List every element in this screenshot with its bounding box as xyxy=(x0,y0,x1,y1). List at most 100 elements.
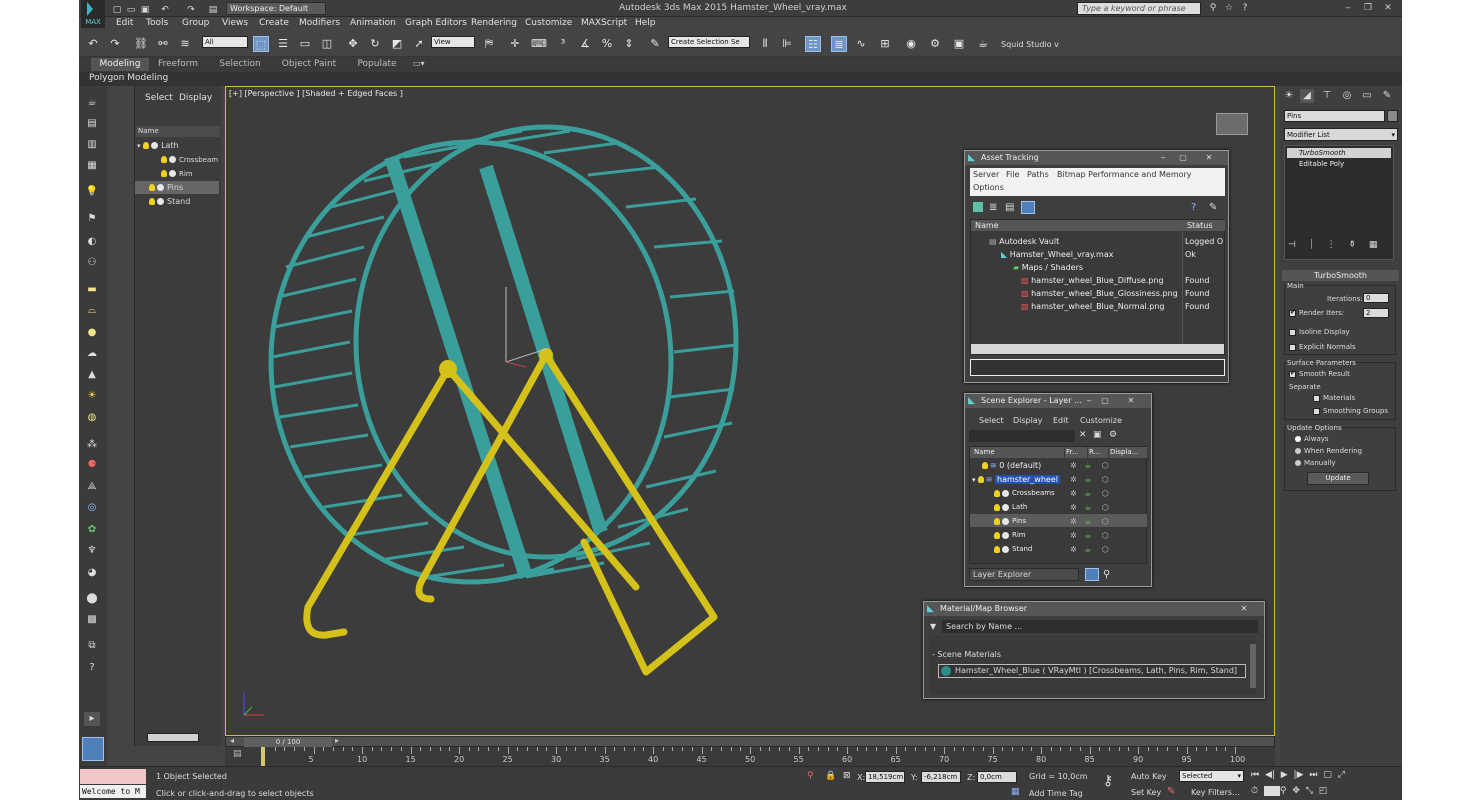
material-search-input[interactable]: Search by Name ... xyxy=(942,620,1258,633)
bind-space-warp-icon[interactable]: ≋ xyxy=(177,36,193,52)
table-view-icon[interactable]: ▤ xyxy=(1005,202,1014,213)
render-setup-icon[interactable]: ⚙ xyxy=(927,36,943,52)
light-bulb-icon[interactable]: 💡 xyxy=(84,185,100,199)
menu-graph-editors[interactable]: Graph Editors xyxy=(405,18,467,28)
close-icon[interactable]: ✕ xyxy=(1203,152,1215,163)
time-slider-thumb[interactable]: 0 / 100 xyxy=(244,737,332,747)
pin-icon[interactable]: ✎ xyxy=(1209,202,1217,213)
tree-row-stand[interactable]: Stand xyxy=(135,195,219,208)
layer-row[interactable]: ≋ 0 (default) xyxy=(982,459,1064,472)
slider-next-icon[interactable]: ▸ xyxy=(335,736,339,745)
menu-maxscript[interactable]: MAXScript xyxy=(581,18,627,28)
toggle-scene-explorer-icon[interactable]: ☷ xyxy=(805,36,821,52)
tree-row-pins[interactable]: Pins xyxy=(135,181,219,194)
tab-object-paint[interactable]: Object Paint xyxy=(279,58,339,71)
select-object-icon[interactable]: ⬚ xyxy=(253,36,269,52)
schematic-view-icon[interactable]: ⊞ xyxy=(877,36,893,52)
material-editor-icon[interactable]: ◉ xyxy=(903,36,919,52)
tree-row-crossbeam[interactable]: Crossbeam xyxy=(135,153,219,166)
utilities-panel-icon[interactable]: ✎ xyxy=(1380,89,1394,103)
perspective-viewport[interactable]: [+] [Perspective ] [Shaded + Edged Faces… xyxy=(225,86,1275,736)
create-panel-icon[interactable]: ☀ xyxy=(1282,89,1296,103)
sidebar-tab-select[interactable]: Select xyxy=(145,93,173,103)
app-logo[interactable]: MAX xyxy=(81,0,105,28)
edit-named-selection-icon[interactable]: ✎ xyxy=(647,36,663,52)
named-selection-set-dropdown[interactable]: Create Selection Se xyxy=(668,36,750,48)
maximize-icon[interactable]: ❐ xyxy=(1361,2,1375,14)
spinner-snap-icon[interactable]: ⇕ xyxy=(621,36,637,52)
align-icon[interactable]: ⊫ xyxy=(779,36,795,52)
add-time-tag[interactable]: Add Time Tag xyxy=(1029,789,1083,798)
plane-icon[interactable]: ▬ xyxy=(84,283,100,297)
new-layer-icon[interactable]: ▣ xyxy=(1093,430,1102,440)
open-file-icon[interactable]: ▭ xyxy=(125,4,137,16)
tab-populate[interactable]: Populate xyxy=(353,58,401,71)
globe-icon[interactable]: ◎ xyxy=(84,501,100,515)
layer-row[interactable]: ▾ ≋ hamster_wheel xyxy=(972,473,1064,486)
menu-customize[interactable]: Customize xyxy=(1080,416,1122,425)
column-display-header[interactable]: Displa... xyxy=(1109,447,1147,458)
proxy-icon[interactable]: ⚈ xyxy=(84,458,100,472)
rectangular-selection-icon[interactable]: ▭ xyxy=(297,36,313,52)
frame-buffer-icon[interactable]: ⧉ xyxy=(84,639,100,653)
render-iters-spinner[interactable]: 2 xyxy=(1363,308,1389,318)
scene-explorer-icon[interactable]: ▥ xyxy=(84,138,100,152)
menu-help[interactable]: Help xyxy=(635,18,656,28)
modifier-list-dropdown[interactable]: Modifier List ▾ xyxy=(1284,128,1398,141)
asset-row[interactable]: ▧ hamster_wheel_Blue_Diffuse.png xyxy=(1021,274,1181,287)
display-panel-icon[interactable]: ▭ xyxy=(1360,89,1374,103)
isolate-selection-icon[interactable]: ⚲ xyxy=(807,771,814,781)
fur-icon[interactable]: ⁂ xyxy=(84,438,100,452)
help-circle-icon[interactable]: ? xyxy=(84,661,100,675)
angle-snap-icon[interactable]: ∡ xyxy=(577,36,593,52)
menu-edit[interactable]: Edit xyxy=(116,18,133,28)
toggle-layer-explorer-icon[interactable]: ≣ xyxy=(831,36,847,52)
layer-flag-icons[interactable]: ✲ ☕ ⬡ ✲ ☕ ⬡ ✲ ☕ ⬡ ✲ ☕ ⬡ ✲ ☕ ⬡ ✲ ☕ ⬡ ✲ ☕ … xyxy=(1070,459,1148,559)
motion-panel-icon[interactable]: ◎ xyxy=(1340,89,1354,103)
stack-item-editable-poly[interactable]: Editable Poly xyxy=(1287,159,1391,169)
tab-freeform[interactable]: Freeform xyxy=(153,58,203,71)
stack-tools[interactable]: ⊣ ⏐ ⋮ ⚱ ▦ xyxy=(1288,240,1398,252)
hair-icon[interactable]: ♆ xyxy=(84,544,100,558)
material-browser-title[interactable]: Material/Map Browser xyxy=(924,602,1264,616)
asset-row[interactable]: ◣ Hamster_Wheel_vray.max xyxy=(1001,248,1181,261)
material-item[interactable]: Hamster_Wheel_Blue ( VRayMtl ) [Crossbea… xyxy=(938,664,1246,678)
list-view-icon[interactable]: ≣ xyxy=(989,202,997,213)
unlink-icon[interactable]: ⚯ xyxy=(155,36,171,52)
window-crossing-icon[interactable]: ◫ xyxy=(319,36,335,52)
maxscript-mini-listener[interactable]: Welcome to M xyxy=(80,785,146,798)
snaps-toggle-icon[interactable]: ³ xyxy=(555,36,571,52)
iterations-spinner[interactable]: 0 xyxy=(1363,293,1389,303)
grid-view-icon[interactable] xyxy=(1021,201,1035,214)
layer-row[interactable]: Stand xyxy=(994,543,1064,556)
studio-label[interactable]: Squid Studio v xyxy=(1001,40,1059,49)
sun-icon[interactable]: ☀ xyxy=(84,389,100,403)
tree-row-lath[interactable]: ▾ Lath xyxy=(135,139,219,152)
frame-ruler[interactable]: ▤ 5 10 15 20 25 30 35 40 45 50 55 60 65 70 75 80 85 90 95 1… xyxy=(225,747,1275,766)
horizontal-scrollbar[interactable] xyxy=(147,733,199,742)
y-coordinate-field[interactable]: -6,218cm xyxy=(921,771,961,783)
reference-coordinate-dropdown[interactable]: View xyxy=(431,36,475,48)
menu-rendering[interactable]: Rendering xyxy=(471,18,517,28)
tab-modeling[interactable]: Modeling xyxy=(91,58,149,71)
playback-controls[interactable]: ⏮ ◀| ▶ |▶ ⏭ ▢ ⤢ xyxy=(1251,770,1401,783)
column-status-header[interactable]: Status xyxy=(1183,220,1225,231)
hierarchy-panel-icon[interactable]: ⊤ xyxy=(1320,89,1334,103)
layer-options-icon[interactable]: ⚙ xyxy=(1109,430,1117,440)
layer-row[interactable]: Lath xyxy=(994,501,1064,514)
asset-path-field[interactable] xyxy=(970,359,1225,376)
scale-icon[interactable]: ◩ xyxy=(389,36,405,52)
new-file-icon[interactable]: ▢ xyxy=(111,4,123,16)
render-iters-checkbox[interactable]: Render Iters: xyxy=(1289,308,1344,317)
asset-row[interactable]: ▧ hamster_wheel_Blue_Glossiness.png xyxy=(1021,287,1181,300)
spring-icon[interactable]: ◐ xyxy=(84,235,100,249)
undo-icon[interactable]: ↶ xyxy=(85,36,101,52)
link-icon[interactable]: ⛓ xyxy=(133,36,149,52)
selection-filter-dropdown[interactable]: All xyxy=(202,36,248,48)
menu-create[interactable]: Create xyxy=(259,18,289,28)
sidebar-tab-display[interactable]: Display xyxy=(179,93,212,103)
move-icon[interactable]: ✥ xyxy=(345,36,361,52)
x-coordinate-field[interactable]: 18,519cm xyxy=(865,771,905,783)
menu-bitmap-performance[interactable]: Bitmap Performance and Memory xyxy=(1057,170,1192,179)
table-icon[interactable]: ▦ xyxy=(84,159,100,173)
